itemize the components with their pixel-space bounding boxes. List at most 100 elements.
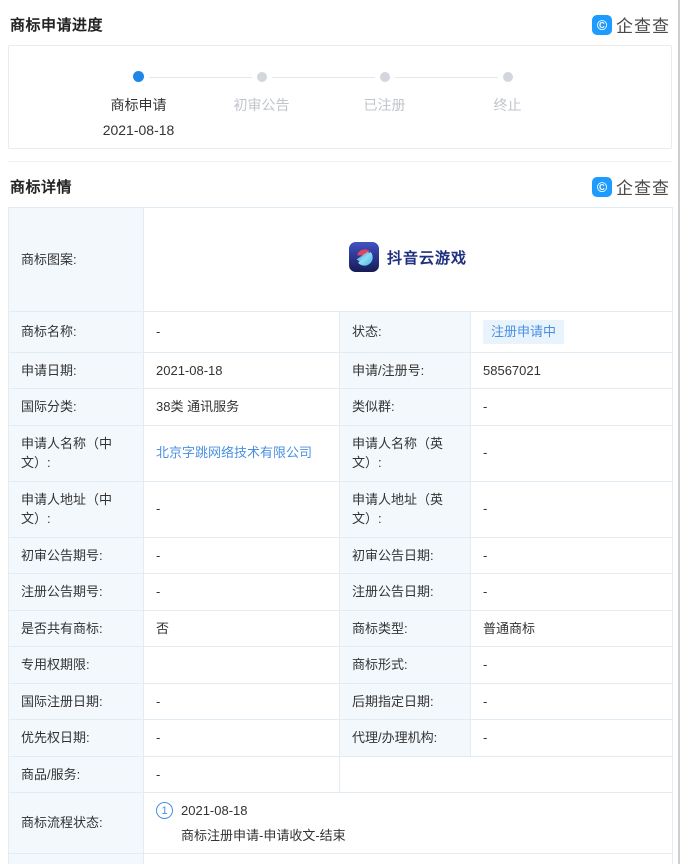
field-label: 商标公告: <box>9 854 144 864</box>
step-trademark-application: 商标申请 2021-08-18 <box>77 72 200 138</box>
field-value: 38类 通讯服务 <box>144 389 340 426</box>
trademark-logo-text: 抖音云游戏 <box>387 248 467 271</box>
field-value-text: 2021-08-18 <box>156 363 223 378</box>
field-label: 申请日期: <box>9 352 144 389</box>
step-label: 商标申请 <box>77 95 200 115</box>
empty-cell <box>340 756 673 793</box>
field-value: 否 <box>144 610 340 647</box>
field-label: 初审公告期号: <box>9 537 144 574</box>
field-value-text: - <box>156 548 160 563</box>
field-label: 优先权日期: <box>9 720 144 757</box>
flow-step-description: 商标注册申请-申请收文-结束 <box>181 826 660 846</box>
step-date <box>323 122 446 138</box>
field-value-text: 58567021 <box>483 363 541 378</box>
field-label: 商标图案: <box>9 208 144 312</box>
field-value-text: - <box>483 730 487 745</box>
step-date <box>446 122 569 138</box>
field-value-text: - <box>483 501 487 516</box>
step-label: 初审公告 <box>200 95 323 115</box>
field-value: - <box>144 312 340 353</box>
field-value: - <box>144 720 340 757</box>
table-row-announcement: 商标公告: - <box>9 854 673 864</box>
field-label: 商标形式: <box>340 647 471 684</box>
field-value: - <box>144 683 340 720</box>
step-label: 终止 <box>446 95 569 115</box>
table-row: 注册公告期号: - 注册公告日期: - <box>9 574 673 611</box>
detail-section: 商标详情 © 企查查 商标图案: <box>8 162 672 864</box>
table-row-flow-status: 商标流程状态: 1 2021-08-18 商标注册申请-申请收文-结束 <box>9 793 673 854</box>
progress-section-title: 商标申请进度 <box>10 14 103 35</box>
field-value-text: - <box>483 548 487 563</box>
field-value-text: - <box>483 445 487 460</box>
table-row: 专用权期限: 商标形式: - <box>9 647 673 684</box>
detail-section-title: 商标详情 <box>10 176 72 197</box>
field-value-text: - <box>483 694 487 709</box>
field-label: 申请人地址（中文）: <box>9 481 144 537</box>
field-label: 申请人名称（英文）: <box>340 425 471 481</box>
trademark-detail-table: 商标图案: <box>8 207 673 864</box>
field-value-text: - <box>156 584 160 599</box>
field-value-text: 38类 通讯服务 <box>156 399 239 414</box>
status-badge: 注册申请中 <box>483 320 564 344</box>
qichacha-logo: © 企查查 <box>592 174 670 199</box>
step-preliminary-approval: 初审公告 <box>200 72 323 138</box>
field-value: - <box>471 425 673 481</box>
field-label: 商标名称: <box>9 312 144 353</box>
field-label: 代理/办理机构: <box>340 720 471 757</box>
field-label: 申请人名称（中文）: <box>9 425 144 481</box>
field-value: 2021-08-18 <box>144 352 340 389</box>
applicant-name-link[interactable]: 北京字跳网络技术有限公司 <box>156 445 312 460</box>
field-label: 后期指定日期: <box>340 683 471 720</box>
table-row-trademark-image: 商标图案: <box>9 208 673 312</box>
field-value-text: - <box>156 501 160 516</box>
table-row: 初审公告期号: - 初审公告日期: - <box>9 537 673 574</box>
field-value-text: 否 <box>156 621 169 636</box>
field-value-text: - <box>483 657 487 672</box>
step-dot <box>380 72 390 82</box>
flow-step-date: 2021-08-18 <box>181 801 248 821</box>
table-row: 优先权日期: - 代理/办理机构: - <box>9 720 673 757</box>
field-label: 申请/注册号: <box>340 352 471 389</box>
field-value: 普通商标 <box>471 610 673 647</box>
step-registered: 已注册 <box>323 72 446 138</box>
trademark-image: 抖音云游戏 <box>156 242 660 278</box>
field-value: - <box>471 389 673 426</box>
field-label: 是否共有商标: <box>9 610 144 647</box>
field-value: 58567021 <box>471 352 673 389</box>
douyin-cloud-gaming-app-icon <box>349 242 379 278</box>
step-dot <box>257 72 267 82</box>
field-label: 状态: <box>340 312 471 353</box>
step-date <box>200 122 323 138</box>
field-value: - <box>471 537 673 574</box>
flow-step-number-icon: 1 <box>156 802 173 819</box>
table-row: 是否共有商标: 否 商标类型: 普通商标 <box>9 610 673 647</box>
field-label: 商品/服务: <box>9 756 144 793</box>
field-value-text: - <box>156 694 160 709</box>
field-value-text: 普通商标 <box>483 621 535 636</box>
qichacha-icon: © <box>592 15 612 35</box>
step-dot <box>503 72 513 82</box>
field-label: 国际注册日期: <box>9 683 144 720</box>
qichacha-logo-text: 企查查 <box>616 12 670 37</box>
table-row: 商标名称: - 状态: 注册申请中 <box>9 312 673 353</box>
qichacha-logo-text: 企查查 <box>616 174 670 199</box>
field-value: - <box>144 481 340 537</box>
progress-card: 商标申请 2021-08-18 初审公告 已注册 终止 <box>8 45 672 149</box>
flow-status-cell: 1 2021-08-18 商标注册申请-申请收文-结束 <box>144 793 673 854</box>
field-value: - <box>144 756 340 793</box>
table-row: 申请日期: 2021-08-18 申请/注册号: 58567021 <box>9 352 673 389</box>
field-value: 注册申请中 <box>471 312 673 353</box>
table-row-goods-services: 商品/服务: - <box>9 756 673 793</box>
field-value: - <box>471 647 673 684</box>
field-value-text: - <box>156 324 160 339</box>
field-label: 国际分类: <box>9 389 144 426</box>
qichacha-icon: © <box>592 177 612 197</box>
field-value-text: - <box>156 730 160 745</box>
field-value: - <box>471 720 673 757</box>
field-value: - <box>144 574 340 611</box>
detail-table-body: 商标图案: <box>9 208 673 864</box>
field-label: 商标流程状态: <box>9 793 144 854</box>
field-label: 注册公告期号: <box>9 574 144 611</box>
step-terminated: 终止 <box>446 72 569 138</box>
field-label: 申请人地址（英文）: <box>340 481 471 537</box>
